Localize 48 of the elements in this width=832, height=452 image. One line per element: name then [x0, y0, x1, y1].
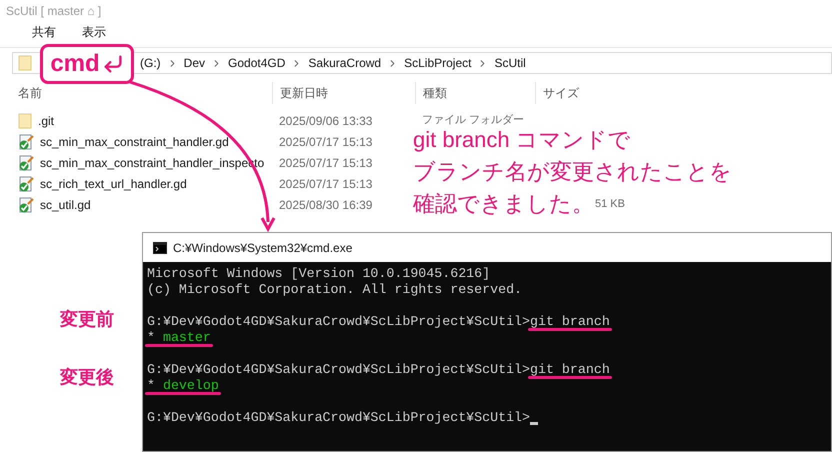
- console-text: * master: [147, 330, 211, 345]
- console-command: git branch: [530, 362, 610, 377]
- console-prompt: G:¥Dev¥Godot4GD¥SakuraCrowd¥ScLibProject¥ScUtil>: [147, 362, 530, 378]
- file-name[interactable]: sc_rich_text_url_handler.gd: [40, 174, 187, 192]
- console-prompt: G:¥Dev¥Godot4GD¥SakuraCrowd¥ScLibProject¥ScUtil>: [147, 314, 530, 330]
- folder-icon: [18, 112, 32, 128]
- column-header[interactable]: 種類: [423, 84, 447, 102]
- column-header[interactable]: サイズ: [543, 84, 579, 102]
- ribbon-tab[interactable]: 共有: [32, 23, 56, 41]
- annotation-label: 変更後: [60, 366, 114, 389]
- window-title: ScUtil [ master ⌂ ]: [6, 3, 102, 20]
- file-size: 51 KB: [595, 198, 625, 210]
- ribbon-tab[interactable]: 表示: [82, 23, 106, 41]
- console-text: * develop: [147, 378, 219, 393]
- breadcrumb[interactable]: ScUtil: [494, 54, 526, 72]
- script-file-icon: [18, 154, 34, 170]
- breadcrumb[interactable]: Godot4GD: [228, 54, 286, 72]
- console-icon: [153, 242, 167, 254]
- cmd-window-title: C:¥Windows¥System32¥cmd.exe: [173, 240, 352, 256]
- console-prompt: G:¥Dev¥Godot4GD¥SakuraCrowd¥ScLibProject¥ScUtil>: [147, 410, 530, 426]
- script-file-icon: [18, 196, 34, 212]
- annotation-label: 変更前: [60, 308, 114, 331]
- breadcrumb[interactable]: SakuraCrowd: [308, 54, 382, 72]
- modified-date: 2025/08/30 16:39: [279, 198, 372, 212]
- breadcrumb[interactable]: Dev: [184, 54, 206, 72]
- console-text: Microsoft Windows [Version 10.0.19045.6216]: [147, 266, 490, 281]
- console-text: (c) Microsoft Corporation. All rights reserved.: [147, 282, 522, 297]
- folder-icon: [18, 55, 32, 71]
- file-name[interactable]: .git: [38, 112, 54, 130]
- modified-date: 2025/09/06 13:33: [279, 114, 372, 128]
- modified-date: 2025/07/17 15:13: [279, 156, 372, 170]
- annotation-text: git branch コマンドで: [413, 126, 631, 154]
- modified-date: 2025/07/17 15:13: [279, 176, 372, 190]
- column-header[interactable]: 更新日時: [280, 84, 328, 102]
- return-icon: [102, 53, 124, 75]
- breadcrumb[interactable]: ScLibProject: [404, 54, 472, 72]
- file-name[interactable]: sc_min_max_constraint_handler.gd: [40, 132, 229, 150]
- callout-text: cmd: [50, 52, 100, 76]
- breadcrumb[interactable]: (G:): [140, 54, 161, 72]
- script-file-icon: [18, 134, 34, 150]
- script-file-icon: [18, 176, 34, 192]
- annotation-text: ブランチ名が変更されたことを: [413, 158, 732, 186]
- file-type: ファイル フォルダー: [422, 114, 524, 126]
- file-name[interactable]: sc_util.gd: [40, 196, 91, 214]
- column-header[interactable]: 名前: [18, 84, 42, 102]
- annotation-text: 確認できました。: [413, 190, 594, 218]
- modified-date: 2025/07/17 15:13: [279, 134, 372, 148]
- console-command: git branch: [530, 314, 610, 329]
